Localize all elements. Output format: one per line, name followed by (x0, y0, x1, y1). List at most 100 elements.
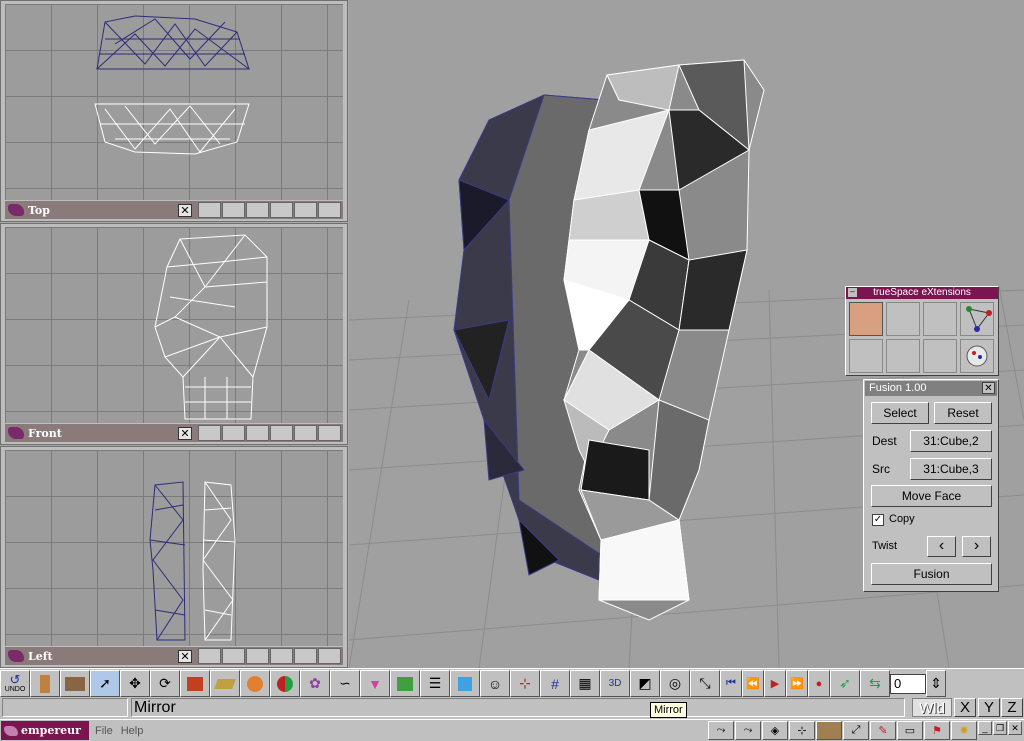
camera-icon[interactable]: ◩ (630, 670, 660, 697)
grid-icon[interactable] (294, 648, 317, 664)
list-icon[interactable]: ☰ (420, 670, 450, 697)
render-mode-icon[interactable] (198, 425, 221, 441)
view-type-icon[interactable] (222, 202, 245, 218)
undo-button[interactable]: ↺ UNDO (0, 670, 30, 697)
pan-icon[interactable] (270, 648, 293, 664)
primitive-cube-icon[interactable] (180, 670, 210, 697)
front-viewport[interactable]: Front ✕ (0, 223, 348, 445)
left-viewport-canvas[interactable] (5, 450, 343, 646)
pan-icon[interactable] (270, 425, 293, 441)
x-axis-button[interactable]: X (954, 698, 976, 717)
extension-slot-fusion[interactable] (849, 302, 883, 336)
minimize-icon[interactable]: – (848, 288, 857, 297)
loop-icon[interactable]: ⇆ (860, 670, 890, 697)
rewind-icon[interactable]: ⏪ (742, 670, 764, 697)
tray-tool-3-icon[interactable]: ◈ (762, 721, 788, 740)
path-icon[interactable]: ∽ (330, 670, 360, 697)
left-viewport[interactable]: Left ✕ (0, 446, 348, 668)
tray-tool-1-icon[interactable]: ⤳ (708, 721, 734, 740)
orbit-icon[interactable]: ◎ (660, 670, 690, 697)
menu-help[interactable]: Help (121, 725, 144, 737)
top-viewport-canvas[interactable] (5, 4, 343, 200)
frame-number-input[interactable]: 0 (890, 673, 926, 694)
close-icon[interactable]: ✕ (1008, 721, 1022, 735)
render-icon[interactable]: ▦ (570, 670, 600, 697)
menu-file[interactable]: File (95, 725, 113, 737)
frame-spinner-icon[interactable]: ⇕ (926, 670, 946, 697)
select-button[interactable]: Select (871, 402, 929, 424)
view-type-icon[interactable] (222, 425, 245, 441)
render-mode-icon[interactable] (198, 648, 221, 664)
copy-checkbox[interactable]: ✓ (872, 514, 884, 526)
select-arrow-icon[interactable]: ➚ (90, 670, 120, 697)
close-icon[interactable]: ✕ (178, 649, 192, 663)
fusion-button[interactable]: Fusion (871, 563, 992, 585)
fast-forward-icon[interactable]: ⏩ (786, 670, 808, 697)
fusion-titlebar[interactable]: Fusion 1.00 ✕ (865, 381, 997, 396)
dest-value-button[interactable]: 31:Cube,2 (910, 430, 992, 452)
axes-icon[interactable] (318, 425, 341, 441)
tray-tool-7-icon[interactable]: ✎ (870, 721, 896, 740)
axes-icon[interactable] (318, 202, 341, 218)
twist-left-button[interactable]: ‹ (927, 536, 956, 557)
move-icon[interactable]: ✥ (120, 670, 150, 697)
extension-slot[interactable] (886, 339, 920, 373)
play-icon[interactable]: ▶ (764, 670, 786, 697)
minimize-icon[interactable]: _ (978, 721, 992, 735)
extensions-titlebar[interactable]: – trueSpace eXtensions (846, 287, 998, 299)
grid-icon[interactable] (294, 202, 317, 218)
move-face-button[interactable]: Move Face (871, 485, 992, 507)
deform-icon[interactable] (390, 670, 420, 697)
app-button[interactable]: empereur (1, 721, 89, 740)
monitor-icon[interactable]: ▭ (897, 721, 923, 740)
close-icon[interactable]: ✕ (178, 203, 192, 217)
3d-view-icon[interactable]: 3D (600, 670, 630, 697)
pan-icon[interactable] (270, 202, 293, 218)
first-frame-icon[interactable]: ⏮ (720, 670, 742, 697)
keyframe-icon[interactable]: ➶ (830, 670, 860, 697)
tray-tool-4-icon[interactable]: ⊹ (789, 721, 815, 740)
figure-icon[interactable]: ☺ (480, 670, 510, 697)
eraser-icon[interactable] (30, 670, 60, 697)
zoom-icon[interactable] (246, 648, 269, 664)
axes-icon[interactable] (318, 648, 341, 664)
restore-icon[interactable]: ❐ (993, 721, 1007, 735)
grid-icon[interactable]: # (540, 670, 570, 697)
rotate-icon[interactable]: ⟳ (150, 670, 180, 697)
paint-icon[interactable]: ✸ (951, 721, 977, 740)
grid-icon[interactable] (294, 425, 317, 441)
tray-tool-6-icon[interactable]: ⤢ (843, 721, 869, 740)
reset-button[interactable]: Reset (934, 402, 992, 424)
extension-slot[interactable] (849, 339, 883, 373)
primitive-plane-icon[interactable] (210, 670, 240, 697)
light-icon[interactable]: ✿ (300, 670, 330, 697)
y-axis-button[interactable]: Y (978, 698, 1000, 717)
front-viewport-canvas[interactable] (5, 227, 343, 423)
twist-right-button[interactable]: › (962, 536, 991, 557)
src-value-button[interactable]: 31:Cube,3 (910, 458, 992, 480)
zoom-icon[interactable] (246, 425, 269, 441)
flag-icon[interactable]: ⚑ (924, 721, 950, 740)
axes-icon[interactable]: ⊹ (510, 670, 540, 697)
molecule-icon[interactable] (960, 302, 994, 336)
zoom-icon[interactable] (246, 202, 269, 218)
material-icon[interactable] (270, 670, 300, 697)
extension-slot[interactable] (886, 302, 920, 336)
tray-tool-2-icon[interactable]: ⤳ (735, 721, 761, 740)
extension-slot[interactable] (923, 339, 957, 373)
render-mode-icon[interactable] (198, 202, 221, 218)
record-icon[interactable]: ● (808, 670, 830, 697)
close-icon[interactable]: ✕ (982, 382, 995, 394)
funnel-icon[interactable]: ▼ (360, 670, 390, 697)
cube-blue-icon[interactable] (450, 670, 480, 697)
paint-ball-icon[interactable] (960, 339, 994, 373)
tray-tool-5-icon[interactable] (816, 721, 842, 740)
top-viewport[interactable]: Top ✕ (0, 0, 348, 222)
extension-slot[interactable] (923, 302, 957, 336)
coord-mode-button[interactable]: Wld (912, 698, 952, 717)
view-type-icon[interactable] (222, 648, 245, 664)
close-icon[interactable]: ✕ (178, 426, 192, 440)
library-icon[interactable] (60, 670, 90, 697)
scale-icon[interactable]: ⤡ (690, 670, 720, 697)
z-axis-button[interactable]: Z (1001, 698, 1023, 717)
